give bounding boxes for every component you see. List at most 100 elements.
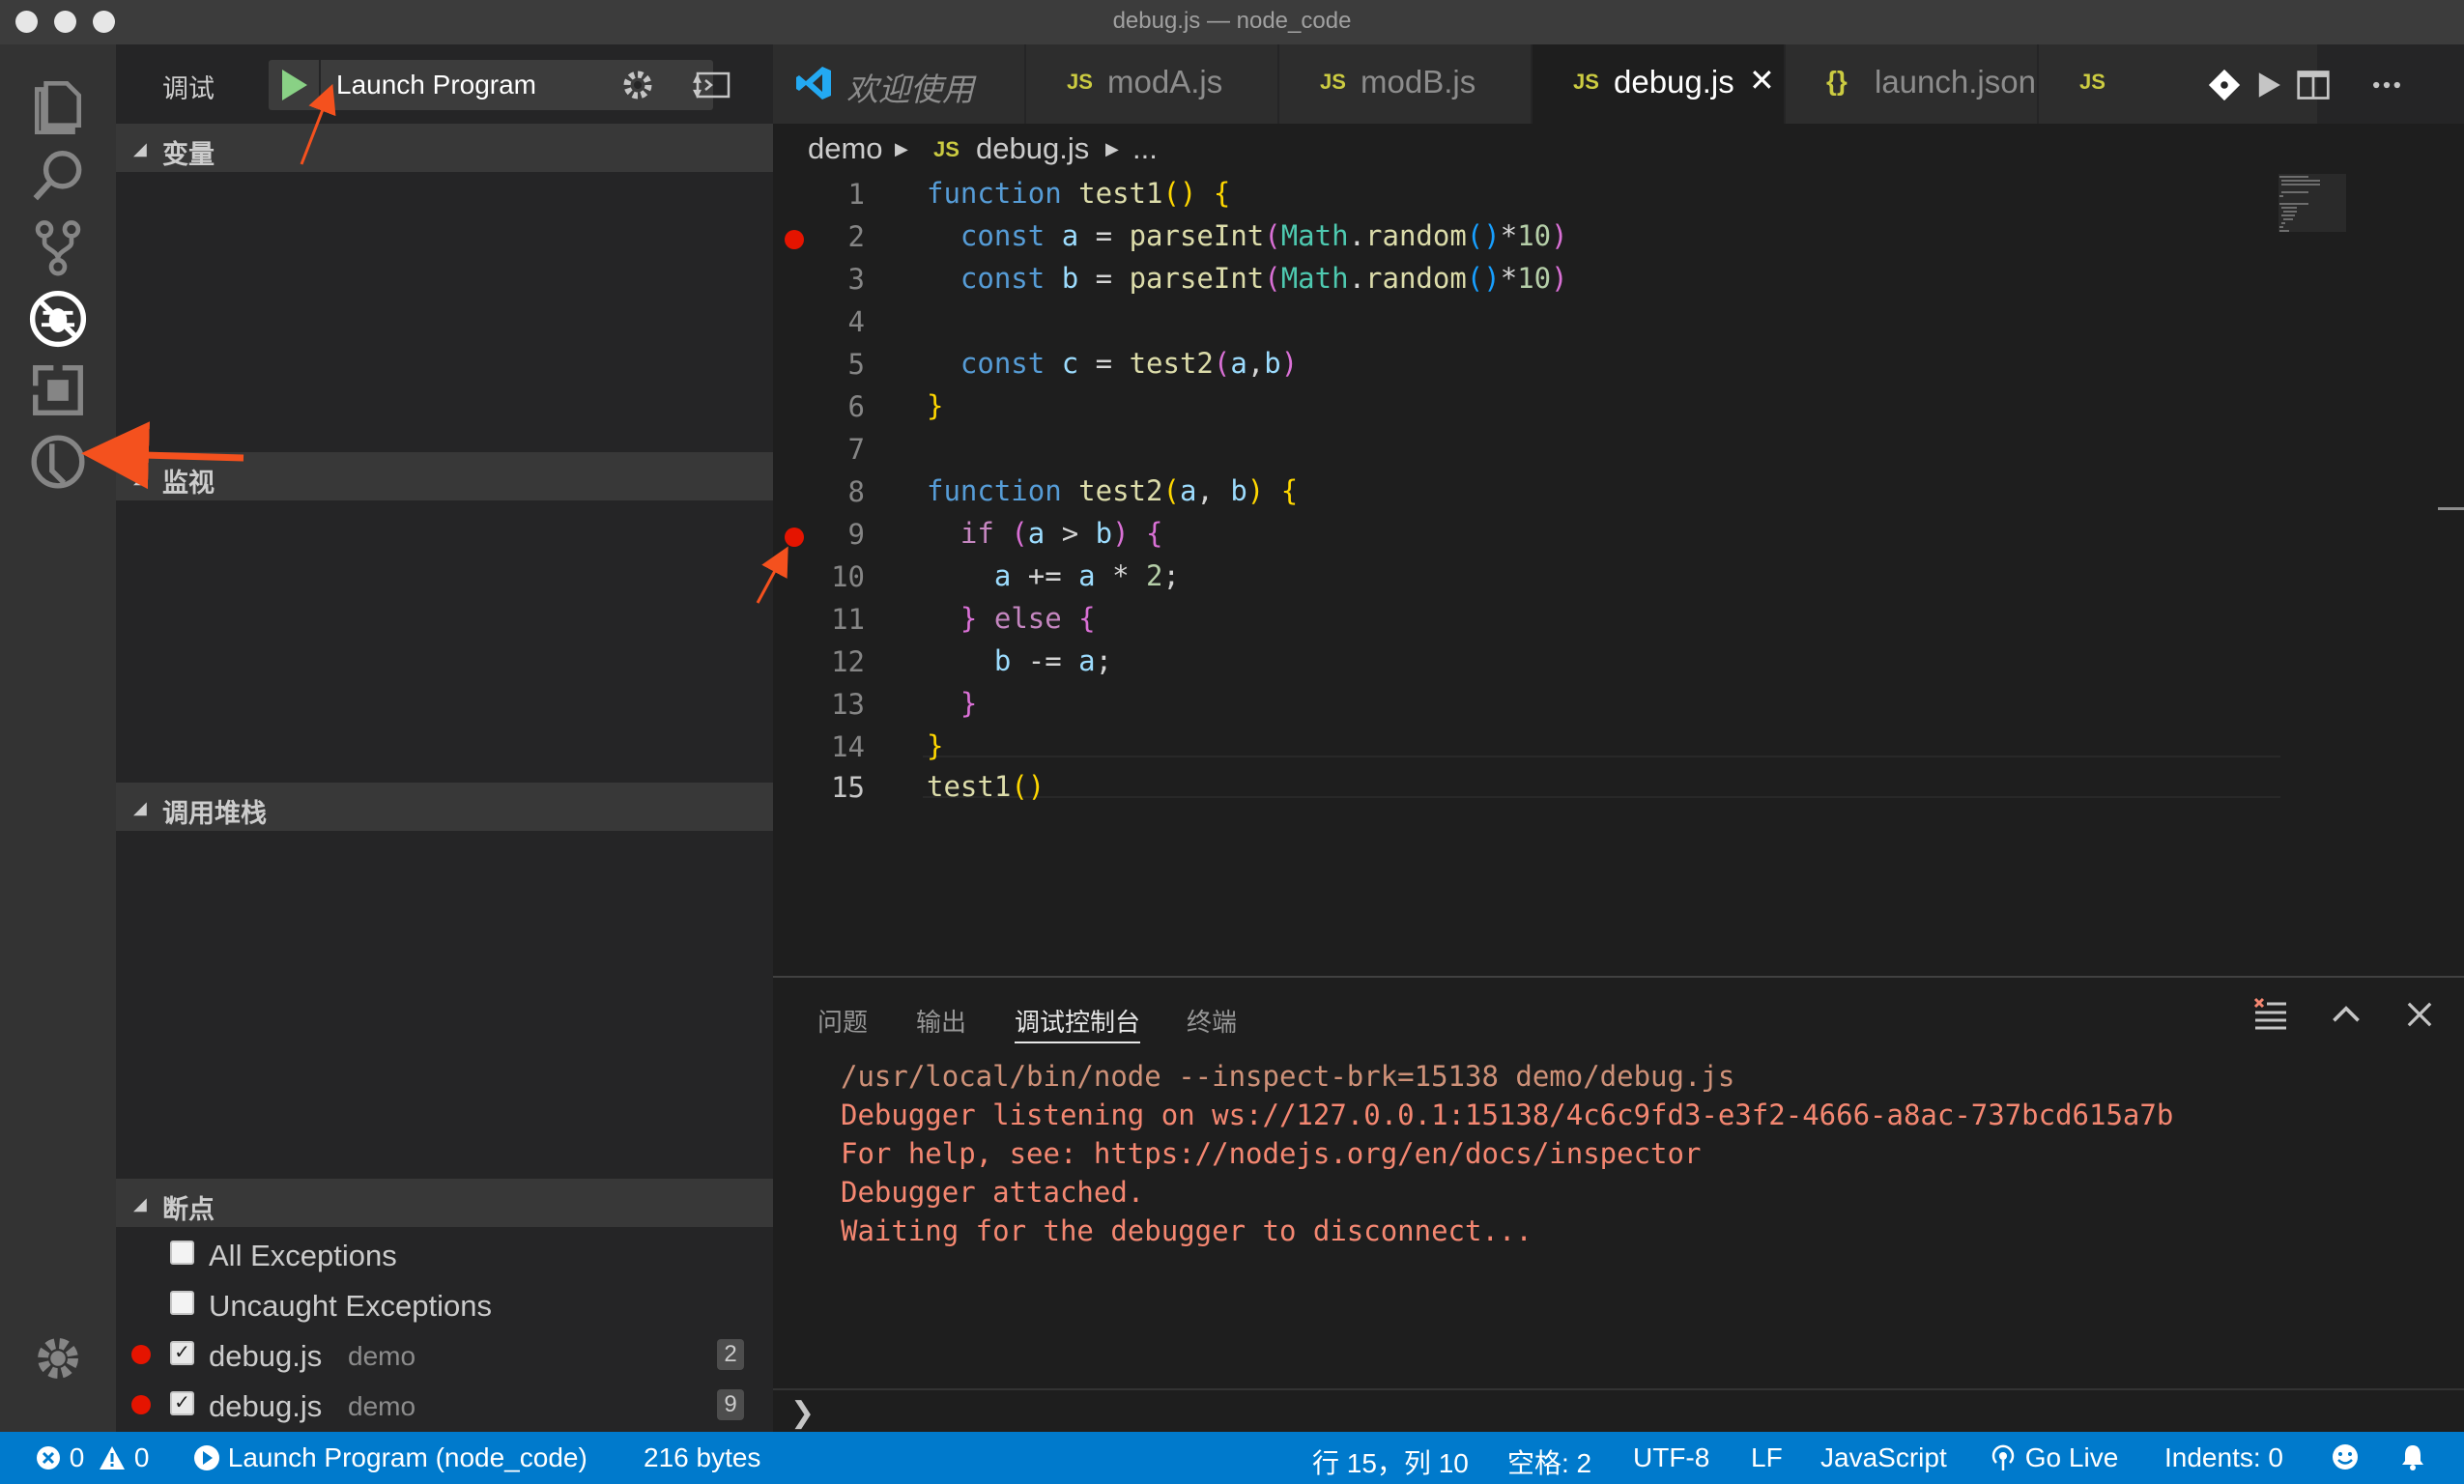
collapse-triangle-icon: ◢ [133,468,147,487]
breakpoint-item[interactable]: ✓ debug.js demo 9 [116,1380,773,1430]
json-file-icon: {} [1826,66,1848,96]
code-line: 9 if (a > b) { [773,514,2280,556]
tab-debug-console[interactable]: 调试控制台 [1015,1003,1140,1039]
breakpoint-checkbox[interactable]: ✓ [170,1391,194,1415]
debug-sidebar: 调试 Launch Program ▴ ▾ ◢ 变量 ◢ 监视 ◢ 调用堆栈 ◢ … [116,44,773,1432]
breadcrumb-separator-icon: ▶ [895,139,908,158]
js-file-icon: JS [2079,70,2106,94]
code-line: 10 a += a * 2; [831,559,1180,593]
code-line: 7 [847,433,865,466]
tab-modb[interactable]: JS modB.js [1279,44,1533,124]
code-line: 13 } [831,687,978,721]
watch-section-header[interactable]: ◢ 监视 [116,452,773,500]
more-actions-icon[interactable] [2367,66,2406,104]
language-mode[interactable]: JavaScript [1820,1442,1947,1473]
start-debugging-play-icon[interactable] [282,70,307,100]
status-bar: 0 0 Launch Program (node_code) 216 bytes… [0,1432,2464,1484]
explorer-icon[interactable] [21,68,95,141]
error-icon [37,1446,60,1470]
gear-icon[interactable] [21,1322,95,1395]
active-tab-underline [1015,1042,1140,1043]
clear-console-icon[interactable] [2251,995,2290,1034]
tab-debug-js[interactable]: JS debug.js ✕ [1533,44,1786,124]
code-line: 15 test1() [831,770,1046,804]
breakpoints-section-header[interactable]: ◢ 断点 [116,1179,773,1227]
tab-launch-json[interactable]: {} launch.json [1786,44,2039,124]
notifications-bell-icon[interactable] [2398,1442,2427,1478]
breadcrumb-more[interactable]: ... [1132,131,1158,166]
tab-moda[interactable]: JS modA.js [1026,44,1279,124]
window-title: debug.js — node_code [1112,8,1352,34]
code-editor[interactable]: 1 function test1() { 2 const a = parseIn… [773,174,2464,976]
encoding[interactable]: UTF-8 [1633,1442,1709,1473]
code-line: 11 } else { [831,602,1096,636]
vscode-logo-icon [796,67,831,100]
debug-toolbar: 调试 Launch Program ▴ ▾ [116,44,773,124]
debug-console-input[interactable]: ❯ [773,1388,2464,1434]
breakpoint-all-exceptions[interactable]: All Exceptions [116,1229,773,1279]
breakpoint-line-badge: 2 [717,1339,744,1370]
minimap[interactable] [2276,174,2464,976]
js-file-icon: JS [1067,70,1093,94]
debug-console-icon[interactable] [690,62,736,108]
timeline-icon[interactable] [21,425,95,499]
play-circle-icon [194,1445,219,1470]
tab-terminal[interactable]: 终端 [1187,1003,1237,1039]
collapse-triangle-icon: ◢ [133,139,147,158]
code-line: 14 } [831,729,944,763]
code-line: 2 const a = parseInt(Math.random()*10) [773,216,2280,259]
close-tab-icon[interactable]: ✕ [1749,62,1775,99]
split-editor-icon[interactable] [2294,66,2333,104]
code-line: 6 } [847,389,944,423]
code-line: 8 function test2(a, b) { [847,474,1299,508]
js-file-icon: JS [933,137,960,161]
variables-section-header[interactable]: ◢ 变量 [116,124,773,172]
tab-problems[interactable]: 问题 [817,1003,868,1039]
debug-icon[interactable] [21,282,95,356]
extensions-icon[interactable] [21,354,95,427]
go-live-button[interactable]: Go Live [1989,1442,2118,1473]
end-of-line[interactable]: LF [1751,1442,1783,1473]
activity-bar [0,44,116,1432]
breakpoint-uncaught-exceptions[interactable]: Uncaught Exceptions [116,1279,773,1329]
call-stack-section-header[interactable]: ◢ 调用堆栈 [116,783,773,831]
source-control-icon[interactable] [21,211,95,284]
breadcrumb: demo ▶ JS debug.js ▶ ... [773,124,2464,174]
maximize-panel-chevron-up-icon[interactable] [2327,995,2365,1034]
breakpoint-item[interactable]: ✓ debug.js demo 2 [116,1329,773,1380]
file-size: 216 bytes [644,1442,761,1472]
code-line: 1 function test1() { [847,177,1231,211]
code-line: 4 [847,305,865,338]
problems-indicator[interactable]: 0 0 [35,1442,150,1473]
breadcrumb-file[interactable]: debug.js [976,131,1089,166]
launch-config-value: Launch Program [336,70,537,100]
cursor-position[interactable]: 行 15，列 10 [1312,1442,1469,1481]
bottom-panel: 问题 输出 调试控制台 终端 /usr/local/bin/node --ins… [773,976,2464,1432]
tab-welcome[interactable]: 欢迎使用 [773,44,1026,124]
close-panel-icon[interactable] [2400,995,2439,1034]
collapse-triangle-icon: ◢ [133,1194,147,1213]
run-file-icon[interactable] [2249,66,2288,104]
breadcrumb-folder[interactable]: demo [808,131,883,166]
breakpoint-checkbox[interactable] [170,1291,194,1315]
breakpoint-checkbox[interactable] [170,1241,194,1265]
code-line: 5 const c = test2(a,b) [847,347,1299,381]
prompt-chevron-icon: ❯ [790,1397,816,1429]
code-line: 3 const b = parseInt(Math.random()*10) [847,262,1568,296]
breakpoint-line-badge: 9 [717,1389,744,1420]
editor-tab-bar: 欢迎使用 JS modA.js JS modB.js JS debug.js ✕… [773,44,2464,124]
debug-settings-gear-icon[interactable] [615,62,661,108]
search-icon[interactable] [21,139,95,213]
indentation[interactable]: 空格: 2 [1507,1442,1591,1481]
feedback-smiley-icon[interactable] [2331,1442,2360,1478]
breakpoint-dot-icon [131,1395,151,1414]
collapse-triangle-icon: ◢ [133,798,147,817]
breakpoint-dot-icon [131,1345,151,1364]
warning-icon [100,1446,126,1470]
tab-output[interactable]: 输出 [916,1003,966,1039]
launch-status[interactable]: Launch Program (node_code) [193,1442,587,1473]
title-bar: debug.js — node_code [0,0,2464,44]
breakpoint-checkbox[interactable]: ✓ [170,1341,194,1365]
code-line: 12 b -= a; [831,644,1113,678]
git-compare-icon[interactable] [2205,66,2244,104]
